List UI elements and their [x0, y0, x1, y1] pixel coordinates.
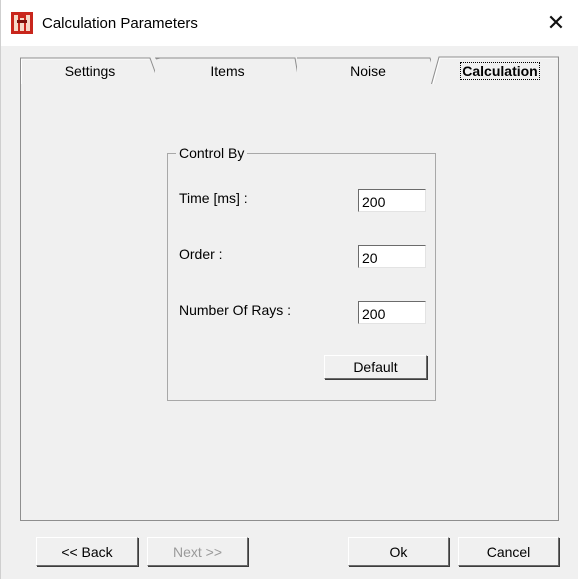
control-by-label: Control By: [176, 145, 248, 161]
tab-settings-label: Settings: [64, 62, 116, 79]
app-icon: [11, 12, 33, 34]
ok-button[interactable]: Ok: [348, 537, 449, 566]
tab-noise-label: Noise: [350, 62, 386, 79]
tab-settings[interactable]: Settings: [20, 57, 160, 85]
tab-items[interactable]: Items: [155, 57, 300, 85]
next-button[interactable]: Next >>: [147, 537, 248, 566]
order-input[interactable]: 20: [358, 245, 426, 268]
time-input[interactable]: 200: [358, 189, 426, 212]
close-button[interactable]: ✕: [533, 0, 578, 46]
window-title: Calculation Parameters: [42, 15, 198, 32]
number-of-rays-label: Number Of Rays :: [179, 302, 292, 318]
close-icon: ✕: [546, 10, 566, 36]
cancel-button[interactable]: Cancel: [458, 537, 559, 566]
number-of-rays-input[interactable]: 200: [358, 301, 426, 324]
order-label: Order :: [179, 246, 223, 262]
default-button[interactable]: Default: [324, 355, 427, 379]
tab-calculation[interactable]: Calculation: [431, 56, 559, 85]
tab-calculation-label: Calculation: [460, 61, 540, 80]
tab-noise[interactable]: Noise: [297, 57, 439, 85]
back-button[interactable]: << Back: [36, 537, 138, 566]
calculation-parameters-dialog: Calculation Parameters ✕ Settings Items …: [0, 0, 578, 579]
time-label: Time [ms] :: [179, 190, 248, 206]
tab-items-label: Items: [210, 62, 245, 79]
title-bar[interactable]: Calculation Parameters ✕: [1, 0, 578, 46]
